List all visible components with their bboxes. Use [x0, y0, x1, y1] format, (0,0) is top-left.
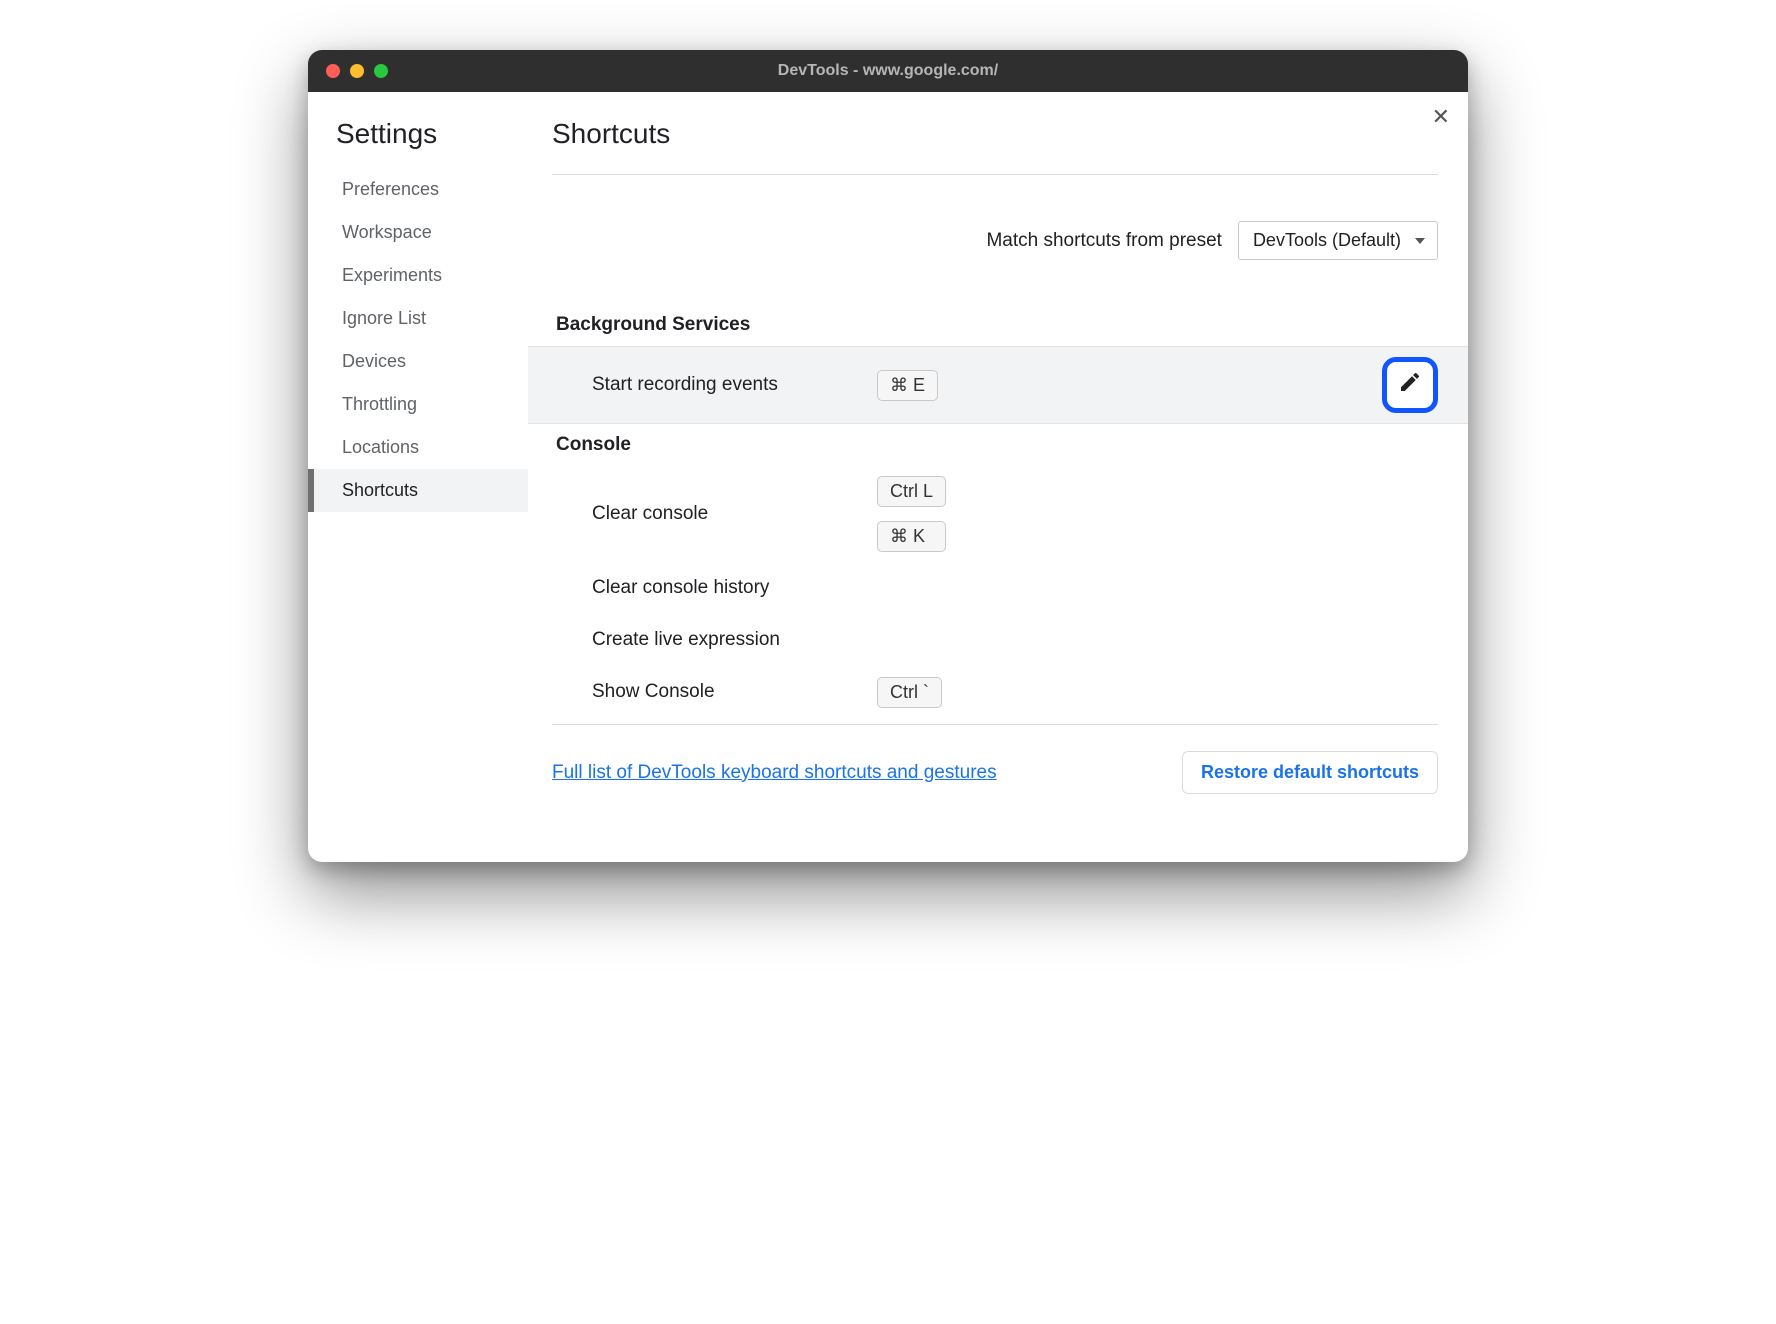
titlebar: DevTools - www.google.com/	[308, 50, 1468, 92]
preset-value: DevTools (Default)	[1253, 230, 1401, 251]
pencil-icon	[1398, 370, 1422, 400]
window-title: DevTools - www.google.com/	[308, 62, 1468, 80]
edit-shortcut-button[interactable]	[1382, 357, 1438, 413]
minimize-window-button[interactable]	[350, 64, 364, 78]
close-icon[interactable]: ✕	[1432, 106, 1450, 128]
footer-row: Full list of DevTools keyboard shortcuts…	[552, 725, 1438, 794]
settings-sidebar: Settings Preferences Workspace Experimen…	[308, 92, 528, 862]
page-title: Shortcuts	[552, 118, 1438, 175]
preset-select[interactable]: DevTools (Default)	[1238, 221, 1438, 260]
shortcut-action: Show Console	[592, 681, 877, 703]
shortcut-keys: Ctrl L ⌘ K	[877, 476, 946, 552]
key-badge: Ctrl L	[877, 476, 946, 507]
sidebar-item-locations[interactable]: Locations	[308, 426, 528, 469]
sidebar-item-throttling[interactable]: Throttling	[308, 383, 528, 426]
settings-content: ✕ Settings Preferences Workspace Experim…	[308, 92, 1468, 862]
close-window-button[interactable]	[326, 64, 340, 78]
sidebar-item-preferences[interactable]: Preferences	[308, 168, 528, 211]
shortcut-row-show-console: Show Console Ctrl `	[552, 666, 1438, 718]
window-controls	[308, 64, 388, 78]
sidebar-item-shortcuts[interactable]: Shortcuts	[308, 469, 528, 512]
key-badge: ⌘ K	[877, 521, 946, 552]
shortcut-action: Create live expression	[592, 629, 877, 651]
shortcut-row-create-live-expression: Create live expression	[552, 614, 1438, 666]
shortcut-row-start-recording: Start recording events ⌘ E	[528, 346, 1468, 424]
section-header-background-services: Background Services	[552, 304, 1438, 346]
preset-label: Match shortcuts from preset	[986, 230, 1221, 252]
shortcuts-panel: Shortcuts Match shortcuts from preset De…	[528, 92, 1468, 862]
restore-defaults-button[interactable]: Restore default shortcuts	[1182, 751, 1438, 794]
sidebar-item-experiments[interactable]: Experiments	[308, 254, 528, 297]
sidebar-item-workspace[interactable]: Workspace	[308, 211, 528, 254]
sidebar-item-devices[interactable]: Devices	[308, 340, 528, 383]
key-badge: Ctrl `	[877, 677, 942, 708]
section-header-console: Console	[552, 424, 1438, 466]
preset-row: Match shortcuts from preset DevTools (De…	[552, 175, 1438, 304]
shortcut-row-clear-console: Clear console Ctrl L ⌘ K	[552, 466, 1438, 562]
zoom-window-button[interactable]	[374, 64, 388, 78]
sidebar-title: Settings	[308, 118, 528, 168]
shortcut-action: Start recording events	[592, 374, 877, 396]
shortcut-action: Clear console history	[592, 577, 877, 599]
key-badge: ⌘ E	[877, 370, 938, 401]
devtools-window: DevTools - www.google.com/ ✕ Settings Pr…	[308, 50, 1468, 862]
shortcut-action: Clear console	[592, 503, 877, 525]
shortcut-row-clear-console-history: Clear console history	[552, 562, 1438, 614]
shortcut-keys: Ctrl `	[877, 677, 942, 708]
sidebar-item-ignore-list[interactable]: Ignore List	[308, 297, 528, 340]
shortcut-keys: ⌘ E	[877, 370, 938, 401]
full-list-link[interactable]: Full list of DevTools keyboard shortcuts…	[552, 762, 997, 784]
